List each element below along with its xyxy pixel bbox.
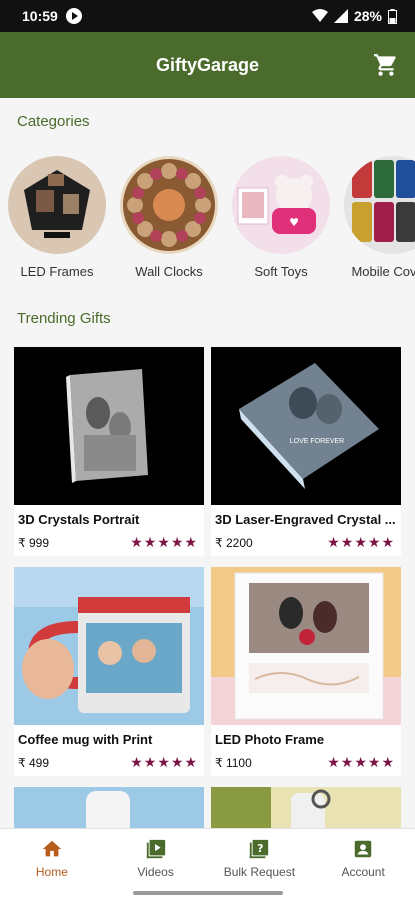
nav-bulk-request[interactable]: ? Bulk Request [208, 829, 312, 900]
nav-label: Home [35, 865, 68, 879]
product-image [211, 567, 401, 725]
product-price: ₹ 999 [18, 535, 49, 550]
product-price: ₹ 499 [18, 755, 49, 770]
category-label: Wall Clocks [135, 264, 203, 279]
video-icon [146, 839, 165, 859]
nav-home[interactable]: Home [0, 829, 104, 900]
product-card[interactable]: LOVE FOREVER 3D Laser-Engraved Crystal .… [211, 347, 401, 556]
product-name: 3D Crystals Portrait [18, 512, 140, 527]
nav-label: Account [341, 865, 385, 879]
category-image [344, 156, 415, 254]
product-image: LOVE FOREVER [211, 347, 401, 505]
status-time: 10:59 [22, 8, 58, 24]
rating-stars: ★★★★★ [130, 754, 198, 770]
categories-carousel[interactable]: LED Frames Wall Clocks ♥ Soft Toys Mobil… [0, 156, 415, 286]
category-label: Soft Toys [254, 264, 308, 279]
product-price: ₹ 2200 [215, 535, 253, 550]
category-image [120, 156, 218, 254]
nav-label: Videos [137, 865, 174, 879]
cart-icon [374, 54, 396, 76]
category-image: ♥ [232, 156, 330, 254]
categories-heading: Categories [17, 113, 90, 130]
status-bar: 10:59 28% [0, 0, 415, 32]
category-label: LED Frames [20, 264, 94, 279]
category-image [8, 156, 106, 254]
nav-label: Bulk Request [223, 865, 296, 879]
cart-button[interactable] [371, 50, 401, 80]
category-led-frames[interactable]: LED Frames [7, 156, 107, 279]
product-name: LED Photo Frame [215, 732, 325, 747]
nav-account[interactable]: Account [311, 829, 415, 900]
product-image [14, 567, 204, 725]
product-card[interactable]: LED Photo Frame ₹ 1100 ★★★★★ [211, 567, 401, 776]
category-label: Mobile Covers [351, 264, 415, 279]
signal-icon [333, 9, 348, 23]
bulk-request-icon: ? [250, 839, 269, 859]
category-soft-toys[interactable]: ♥ Soft Toys [231, 156, 331, 279]
rating-stars: ★★★★★ [327, 534, 395, 550]
product-price: ₹ 1100 [215, 755, 252, 770]
battery-icon [388, 8, 397, 24]
bottom-navigation: Home Videos ? Bulk Request Account [0, 828, 415, 900]
rating-stars: ★★★★★ [130, 534, 198, 550]
svg-text:?: ? [258, 842, 264, 855]
nav-videos[interactable]: Videos [104, 829, 208, 900]
product-name: Coffee mug with Print [18, 732, 153, 747]
media-playing-icon [65, 8, 82, 24]
trending-heading: Trending Gifts [17, 310, 111, 327]
wifi-icon [311, 9, 328, 22]
gesture-bar [133, 891, 283, 895]
app-bar: GiftyGarage [0, 32, 415, 98]
home-icon [42, 840, 62, 857]
category-mobile-covers[interactable]: Mobile Covers [343, 156, 415, 279]
account-icon [354, 840, 372, 858]
svg-text:LOVE FOREVER: LOVE FOREVER [290, 438, 344, 445]
product-image [14, 347, 204, 505]
product-card[interactable]: 3D Crystals Portrait ₹ 999 ★★★★★ [14, 347, 204, 556]
product-name: 3D Laser-Engraved Crystal ... [215, 512, 396, 527]
product-card[interactable]: Coffee mug with Print ₹ 499 ★★★★★ [14, 567, 204, 776]
battery-percent: 28% [353, 8, 382, 24]
svg-text:♥: ♥ [289, 216, 299, 229]
app-title: GiftyGarage [155, 54, 260, 75]
rating-stars: ★★★★★ [327, 754, 395, 770]
category-wall-clocks[interactable]: Wall Clocks [119, 156, 219, 279]
